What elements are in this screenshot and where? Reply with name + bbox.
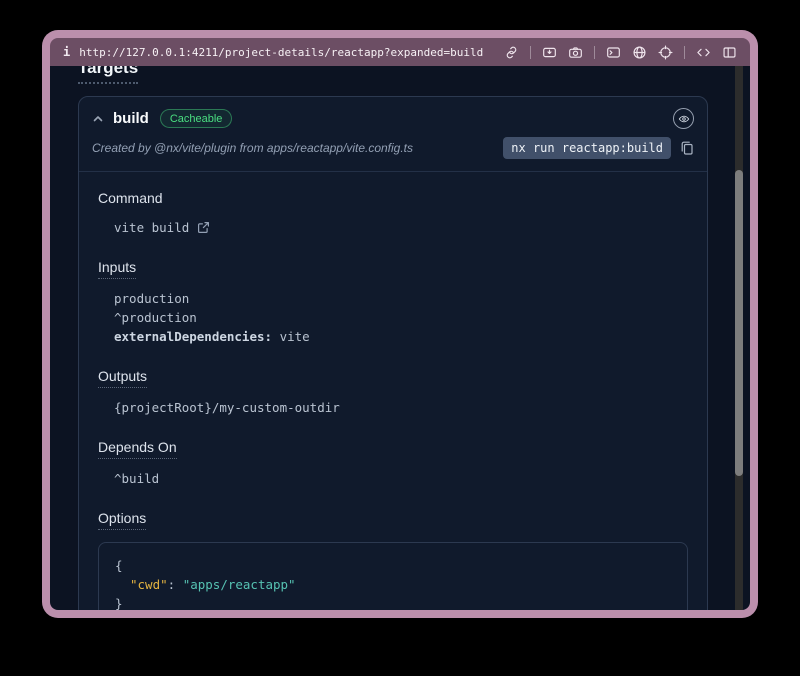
build-card-subheader: Created by @nx/vite/plugin from apps/rea… xyxy=(79,131,707,172)
link-icon[interactable] xyxy=(504,45,519,60)
cacheable-badge: Cacheable xyxy=(160,109,233,128)
browser-chrome-bar: i http://127.0.0.1:4211/project-details/… xyxy=(50,38,750,66)
options-label: Options xyxy=(98,510,146,530)
build-card-body: Command vite build Inputs production xyxy=(79,172,707,610)
command-label: Command xyxy=(98,190,163,206)
view-technologies-button[interactable] xyxy=(673,108,694,129)
inputs-section: Inputs production ^production externalDe… xyxy=(98,259,688,346)
command-section: Command vite build xyxy=(98,190,688,237)
input-item: externalDependencies: vite xyxy=(114,327,688,346)
external-link-icon[interactable] xyxy=(197,221,210,234)
build-card-header[interactable]: build Cacheable xyxy=(79,97,707,131)
outputs-section: Outputs {projectRoot}/my-custom-outdir xyxy=(98,368,688,417)
copy-icon[interactable] xyxy=(680,140,694,156)
info-icon: i xyxy=(63,45,70,59)
options-section: Options { "cwd": "apps/reactapp" } xyxy=(98,510,688,610)
command-value: vite build xyxy=(114,218,189,237)
scrollbar-thumb[interactable] xyxy=(735,170,743,476)
target-name-build: build xyxy=(113,110,149,127)
json-property-line: "cwd": "apps/reactapp" xyxy=(115,575,671,594)
chrome-toolbar xyxy=(504,45,737,60)
inputs-label: Inputs xyxy=(98,259,136,279)
page-viewport: Targets build Cacheable Created by @nx/v… xyxy=(50,66,750,610)
browser-window: i http://127.0.0.1:4211/project-details/… xyxy=(42,30,758,618)
depends-on-label: Depends On xyxy=(98,439,177,459)
toolbar-divider xyxy=(594,46,595,59)
created-by-text: Created by @nx/vite/plugin from apps/rea… xyxy=(92,141,413,155)
scrollbar-track[interactable] xyxy=(735,66,743,610)
json-open-brace: { xyxy=(115,556,671,575)
output-item: {projectRoot}/my-custom-outdir xyxy=(114,398,688,417)
options-json-block: { "cwd": "apps/reactapp" } xyxy=(98,542,688,610)
camera-icon[interactable] xyxy=(568,45,583,60)
json-close-brace: } xyxy=(115,594,671,610)
record-icon[interactable] xyxy=(542,45,557,60)
code-icon[interactable] xyxy=(696,45,711,60)
targets-heading: Targets xyxy=(78,66,138,84)
input-item: ^production xyxy=(114,308,688,327)
target-card-build: build Cacheable Created by @nx/vite/plug… xyxy=(78,96,708,610)
toolbar-divider xyxy=(684,46,685,59)
toolbar-divider xyxy=(530,46,531,59)
panel-icon[interactable] xyxy=(722,45,737,60)
outputs-label: Outputs xyxy=(98,368,147,388)
terminal-icon[interactable] xyxy=(606,45,621,60)
input-item: production xyxy=(114,289,688,308)
project-details-content: Targets build Cacheable Created by @nx/v… xyxy=(78,66,708,610)
globe-icon[interactable] xyxy=(632,45,647,60)
depends-on-item: ^build xyxy=(114,469,688,488)
target-icon[interactable] xyxy=(658,45,673,60)
url-address-bar[interactable]: http://127.0.0.1:4211/project-details/re… xyxy=(79,46,483,59)
run-command-pill[interactable]: nx run reactapp:build xyxy=(503,137,671,159)
depends-on-section: Depends On ^build xyxy=(98,439,688,488)
chevron-up-icon[interactable] xyxy=(92,113,104,125)
